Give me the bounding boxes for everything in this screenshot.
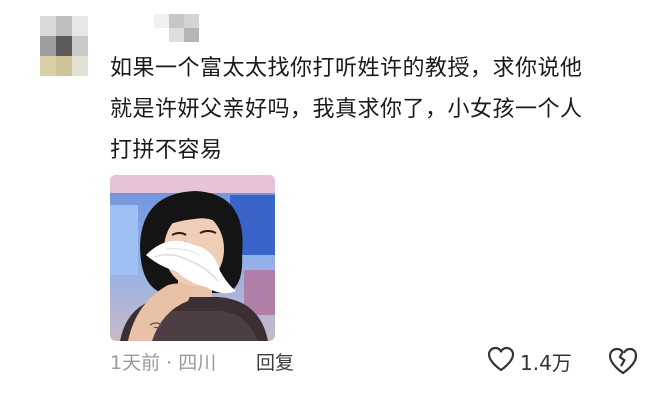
heart-outline-icon <box>486 344 516 378</box>
reply-button[interactable]: 回复 <box>256 346 294 376</box>
avatar[interactable] <box>40 16 88 76</box>
like-count: 1.4万 <box>520 350 572 375</box>
broken-heart-icon <box>606 347 640 382</box>
like-button[interactable]: 1.4万 <box>486 344 572 378</box>
comment-text: 如果一个富太太找你打听姓许的教授，求你说他 就是许妍父亲好吗，我真求你了，小女孩… <box>110 56 583 163</box>
dislike-button[interactable] <box>606 344 640 378</box>
username-censored[interactable] <box>154 14 200 42</box>
comment-time-location: 1天前 · 四川 <box>110 351 217 374</box>
comment-sticker-image[interactable] <box>110 175 275 341</box>
